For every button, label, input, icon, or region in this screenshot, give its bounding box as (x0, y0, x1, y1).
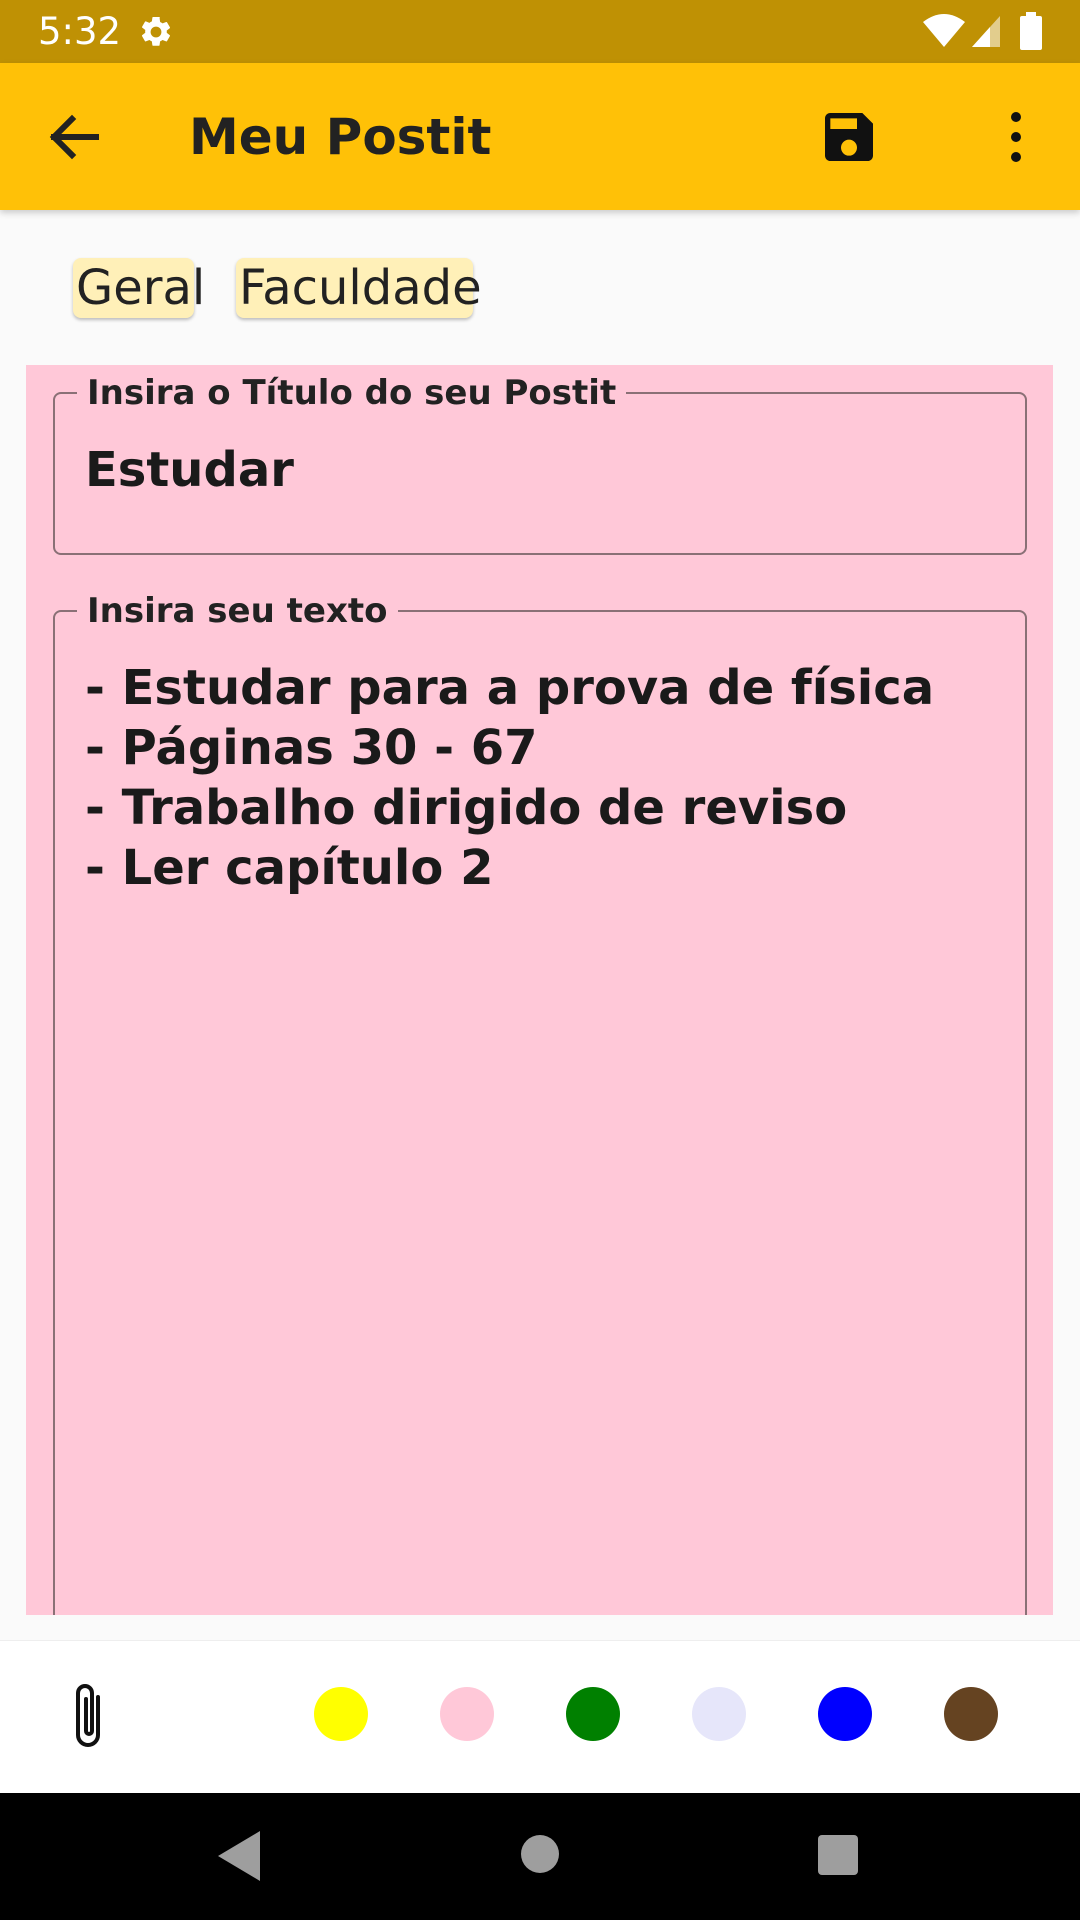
text-field-value[interactable]: - Estudar para a prova de física - Págin… (85, 658, 934, 898)
title-field[interactable]: Insira o Título do seu Postit Estudar (53, 374, 1027, 555)
more-vert-icon[interactable] (990, 105, 1042, 169)
postit-card: Insira o Título do seu Postit Estudar In… (26, 365, 1053, 1615)
color-swatch-yellow[interactable] (314, 1687, 368, 1741)
color-swatch-pink[interactable] (440, 1687, 494, 1741)
status-time: 5:32 (38, 10, 122, 53)
color-swatch-green[interactable] (566, 1687, 620, 1741)
paperclip-icon[interactable] (66, 1679, 114, 1755)
category-chip-geral[interactable]: Geral (73, 258, 205, 318)
system-nav-bar (0, 1793, 1080, 1920)
settings-gear-icon (141, 16, 171, 46)
text-line: - Ler capítulo 2 (85, 840, 494, 896)
category-chip-faculdade[interactable]: Faculdade (236, 258, 482, 318)
text-line: - Estudar para a prova de física (85, 660, 935, 716)
status-bar: 5:32 (0, 0, 1080, 63)
arrow-back-icon[interactable] (38, 107, 110, 167)
bottom-toolbar (0, 1640, 1080, 1793)
color-swatch-blue[interactable] (818, 1687, 872, 1741)
nav-home-icon[interactable] (521, 1835, 559, 1873)
color-swatch-brown[interactable] (944, 1687, 998, 1741)
nav-back-icon[interactable] (216, 1829, 262, 1883)
title-field-value[interactable]: Estudar (85, 440, 294, 500)
title-field-label: Insira o Título do seu Postit (77, 374, 627, 412)
wifi-icon (923, 14, 965, 47)
color-swatch-lavender[interactable] (692, 1687, 746, 1741)
cell-signal-icon (972, 16, 1000, 47)
page-title: Meu Postit (189, 108, 492, 166)
text-line: - Trabalho dirigido de reviso (85, 780, 848, 836)
battery-icon (1020, 12, 1042, 50)
text-field-label: Insira seu texto (77, 592, 398, 630)
app-bar: Meu Postit (0, 63, 1080, 210)
text-field[interactable]: Insira seu texto - Estudar para a prova … (53, 592, 1027, 1615)
nav-recents-icon[interactable] (818, 1835, 858, 1875)
floppy-save-icon[interactable] (817, 105, 881, 169)
text-line: - Páginas 30 - 67 (85, 720, 538, 776)
category-chips: Geral Faculdade (0, 210, 1080, 360)
